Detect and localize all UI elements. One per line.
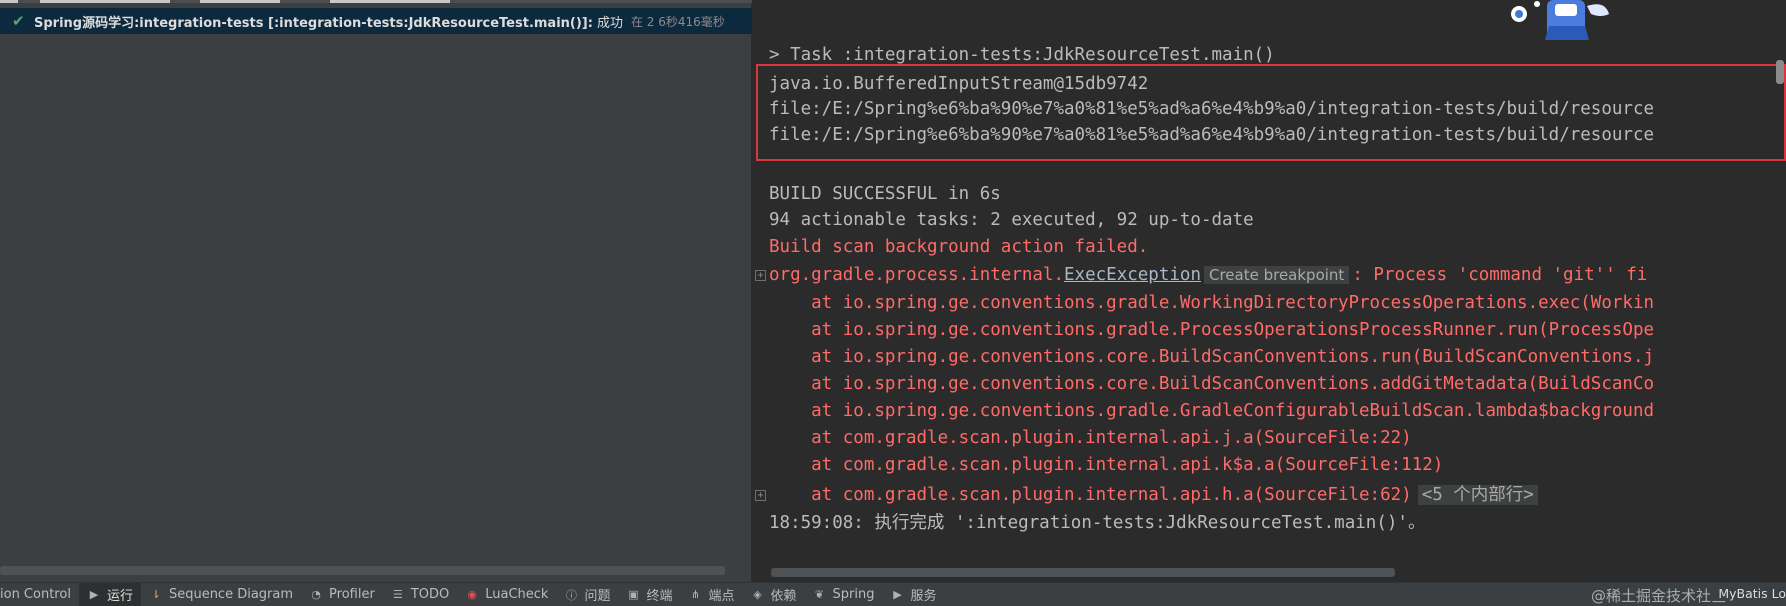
tab-label: Version Control [0, 587, 71, 602]
run-duration: 在 2 6秒416毫秒 [630, 14, 725, 29]
luacheck-icon: ◉ [467, 588, 478, 601]
tab-label: Profiler [329, 587, 375, 602]
run-tree-panel: ✔ Spring源码学习:integration-tests [:integra… [0, 0, 752, 582]
profiler-icon: ◔ [311, 588, 321, 601]
tab-run[interactable]: ▶ 运行 [78, 583, 141, 606]
problems-icon: ⓘ [565, 588, 577, 602]
sequence-diagram-icon: ⇂ [151, 588, 161, 601]
fold-expand-icon[interactable]: + [755, 270, 766, 281]
tab-services[interactable]: ▶ 服务 [882, 583, 944, 606]
todo-icon: ☰ [392, 588, 403, 601]
success-check-icon: ✔ [12, 12, 25, 30]
execution-finished-line: 18:59:08: 执行完成 ':integration-tests:JdkRe… [769, 513, 1426, 533]
tab-label: 服务 [910, 589, 937, 604]
run-icon: ▶ [89, 588, 99, 601]
tab-label: 端点 [708, 589, 735, 604]
stack-frame[interactable]: at io.spring.ge.conventions.core.BuildSc… [769, 371, 1654, 397]
tab-profiler[interactable]: ◔ Profiler [301, 583, 383, 606]
left-top-scroll-line [0, 0, 752, 3]
exception-line: org.gradle.process.internal.ExecExceptio… [769, 262, 1647, 288]
mascot-decoration-icon [1511, 0, 1609, 40]
stack-frame[interactable]: at io.spring.ge.conventions.gradle.Gradl… [769, 398, 1654, 424]
tab-luacheck[interactable]: ◉ LuaCheck [457, 583, 556, 606]
services-icon: ▶ [893, 588, 902, 601]
tab-version-control[interactable]: Version Control [0, 583, 79, 606]
tab-problems[interactable]: ⓘ 问题 [556, 583, 618, 606]
stack-frame[interactable]: at io.spring.ge.conventions.gradle.Proce… [769, 317, 1654, 343]
console-top-partial-text [769, 0, 919, 6]
tool-window-bar: Version Control ▶ 运行 ⇂ Sequence Diagram ◔ P… [0, 582, 1786, 606]
folded-internal-frames[interactable]: <5 个内部行> [1417, 485, 1538, 505]
tab-sequence-diagram[interactable]: ⇂ Sequence Diagram [141, 583, 301, 606]
tab-label: 运行 [106, 589, 133, 604]
stack-frame[interactable]: at io.spring.ge.conventions.core.BuildSc… [769, 344, 1654, 370]
stack-frame[interactable]: at com.gradle.scan.plugin.internal.api.k… [769, 452, 1443, 478]
tab-label: 终端 [646, 589, 673, 604]
spring-icon: ❦ [814, 588, 825, 601]
run-tree-root-node[interactable]: ✔ Spring源码学习:integration-tests [:integra… [0, 8, 752, 34]
create-breakpoint-hint[interactable]: Create breakpoint [1203, 266, 1350, 284]
exception-class-link[interactable]: ExecException [1064, 265, 1201, 285]
tab-label: LuaCheck [485, 587, 549, 602]
tab-spring[interactable]: ❦ Spring [805, 583, 883, 606]
tab-label: 问题 [584, 589, 611, 604]
run-config-title: Spring源码学习:integration-tests [:integrati… [34, 15, 593, 31]
run-status: 成功 [596, 15, 623, 31]
build-scan-failed-line: Build scan background action failed. [769, 237, 1149, 257]
fold-collapse-icon[interactable]: + [755, 490, 766, 501]
tab-label: TODO [410, 587, 450, 602]
exception-prefix: org.gradle.process.internal. [769, 265, 1065, 285]
stack-frame[interactable]: at com.gradle.scan.plugin.internal.api.h… [769, 485, 1412, 505]
tab-todo[interactable]: ☰ TODO [383, 583, 457, 606]
console-vertical-scrollbar[interactable] [1776, 60, 1784, 84]
tab-label: Spring [832, 587, 875, 602]
tab-mybatis-log[interactable]: MyBatis Lo [1712, 586, 1786, 601]
dependencies-icon: ◈ [753, 588, 762, 601]
console-horizontal-scrollbar[interactable] [771, 568, 1395, 577]
tab-label: Sequence Diagram [168, 587, 294, 602]
tab-endpoints[interactable]: ⋔ 端点 [680, 583, 742, 606]
tab-label: 依赖 [770, 589, 797, 604]
watermark-text: @稀土掘金技术社区 [1590, 587, 1726, 605]
stack-frame[interactable]: at com.gradle.scan.plugin.internal.api.j… [769, 425, 1412, 451]
exception-suffix: : Process 'command 'git'' fi [1352, 265, 1648, 285]
run-tree-horizontal-scrollbar[interactable] [0, 566, 725, 575]
actionable-tasks-line: 94 actionable tasks: 2 executed, 92 up-t… [769, 210, 1254, 230]
stack-frame-last: at com.gradle.scan.plugin.internal.api.h… [769, 482, 1538, 508]
highlight-annotation-box [756, 64, 1786, 161]
build-successful-line: BUILD SUCCESSFUL in 6s [769, 184, 1001, 204]
tab-terminal[interactable]: ▣ 终端 [618, 583, 680, 606]
tab-dependencies[interactable]: ◈ 依赖 [743, 583, 805, 606]
terminal-icon: ▣ [628, 588, 639, 601]
console-output[interactable]: > Task :integration-tests:JdkResourceTes… [753, 0, 1786, 582]
endpoints-icon: ⋔ [690, 588, 701, 601]
stack-frame[interactable]: at io.spring.ge.conventions.gradle.Worki… [769, 290, 1654, 316]
